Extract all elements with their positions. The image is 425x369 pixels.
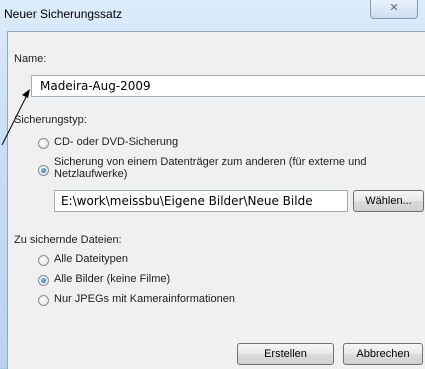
radio-jpegs-only-label[interactable]: Nur JPEGs mit Kamerainformationen: [54, 293, 235, 305]
cancel-button[interactable]: Abbrechen: [343, 343, 423, 365]
radio-all-filetypes-label[interactable]: Alle Dateitypen: [54, 253, 128, 265]
title-bar[interactable]: Neuer Sicherungssatz ✕: [0, 0, 425, 30]
radio-jpegs-only[interactable]: [38, 295, 49, 306]
dialog-window: Neuer Sicherungssatz ✕ Name: Madeira-Aug…: [0, 0, 425, 369]
backup-type-label: Sicherungstyp:: [14, 114, 87, 126]
choose-button[interactable]: Wählen...: [353, 190, 424, 212]
radio-all-filetypes[interactable]: [38, 255, 49, 266]
create-button[interactable]: Erstellen: [237, 343, 334, 365]
radio-all-images[interactable]: [38, 275, 49, 286]
name-label: Name:: [14, 53, 47, 65]
dialog-body: Name: Madeira-Aug-2009 Sicherungstyp: CD…: [1, 31, 425, 369]
radio-cd-dvd-label[interactable]: CD- oder DVD-Sicherung: [54, 136, 178, 148]
radio-disk-to-disk-label-line1[interactable]: Sicherung von einem Datenträger zum ande…: [54, 156, 366, 168]
files-label: Zu sichernde Dateien:: [14, 234, 122, 246]
radio-all-images-label[interactable]: Alle Bilder (keine Filme): [54, 273, 170, 285]
radio-disk-to-disk[interactable]: [38, 165, 49, 176]
radio-disk-to-disk-label-line2[interactable]: Netzlaufwerke): [54, 168, 127, 180]
target-path-input[interactable]: E:\work\meissbu\Eigene Bilder\Neue Bilde: [54, 190, 348, 212]
radio-cd-dvd[interactable]: [38, 138, 49, 149]
name-input[interactable]: Madeira-Aug-2009: [31, 75, 425, 97]
window-title: Neuer Sicherungssatz: [4, 7, 123, 21]
close-button[interactable]: ✕: [370, 0, 418, 19]
close-icon: ✕: [389, 2, 399, 14]
